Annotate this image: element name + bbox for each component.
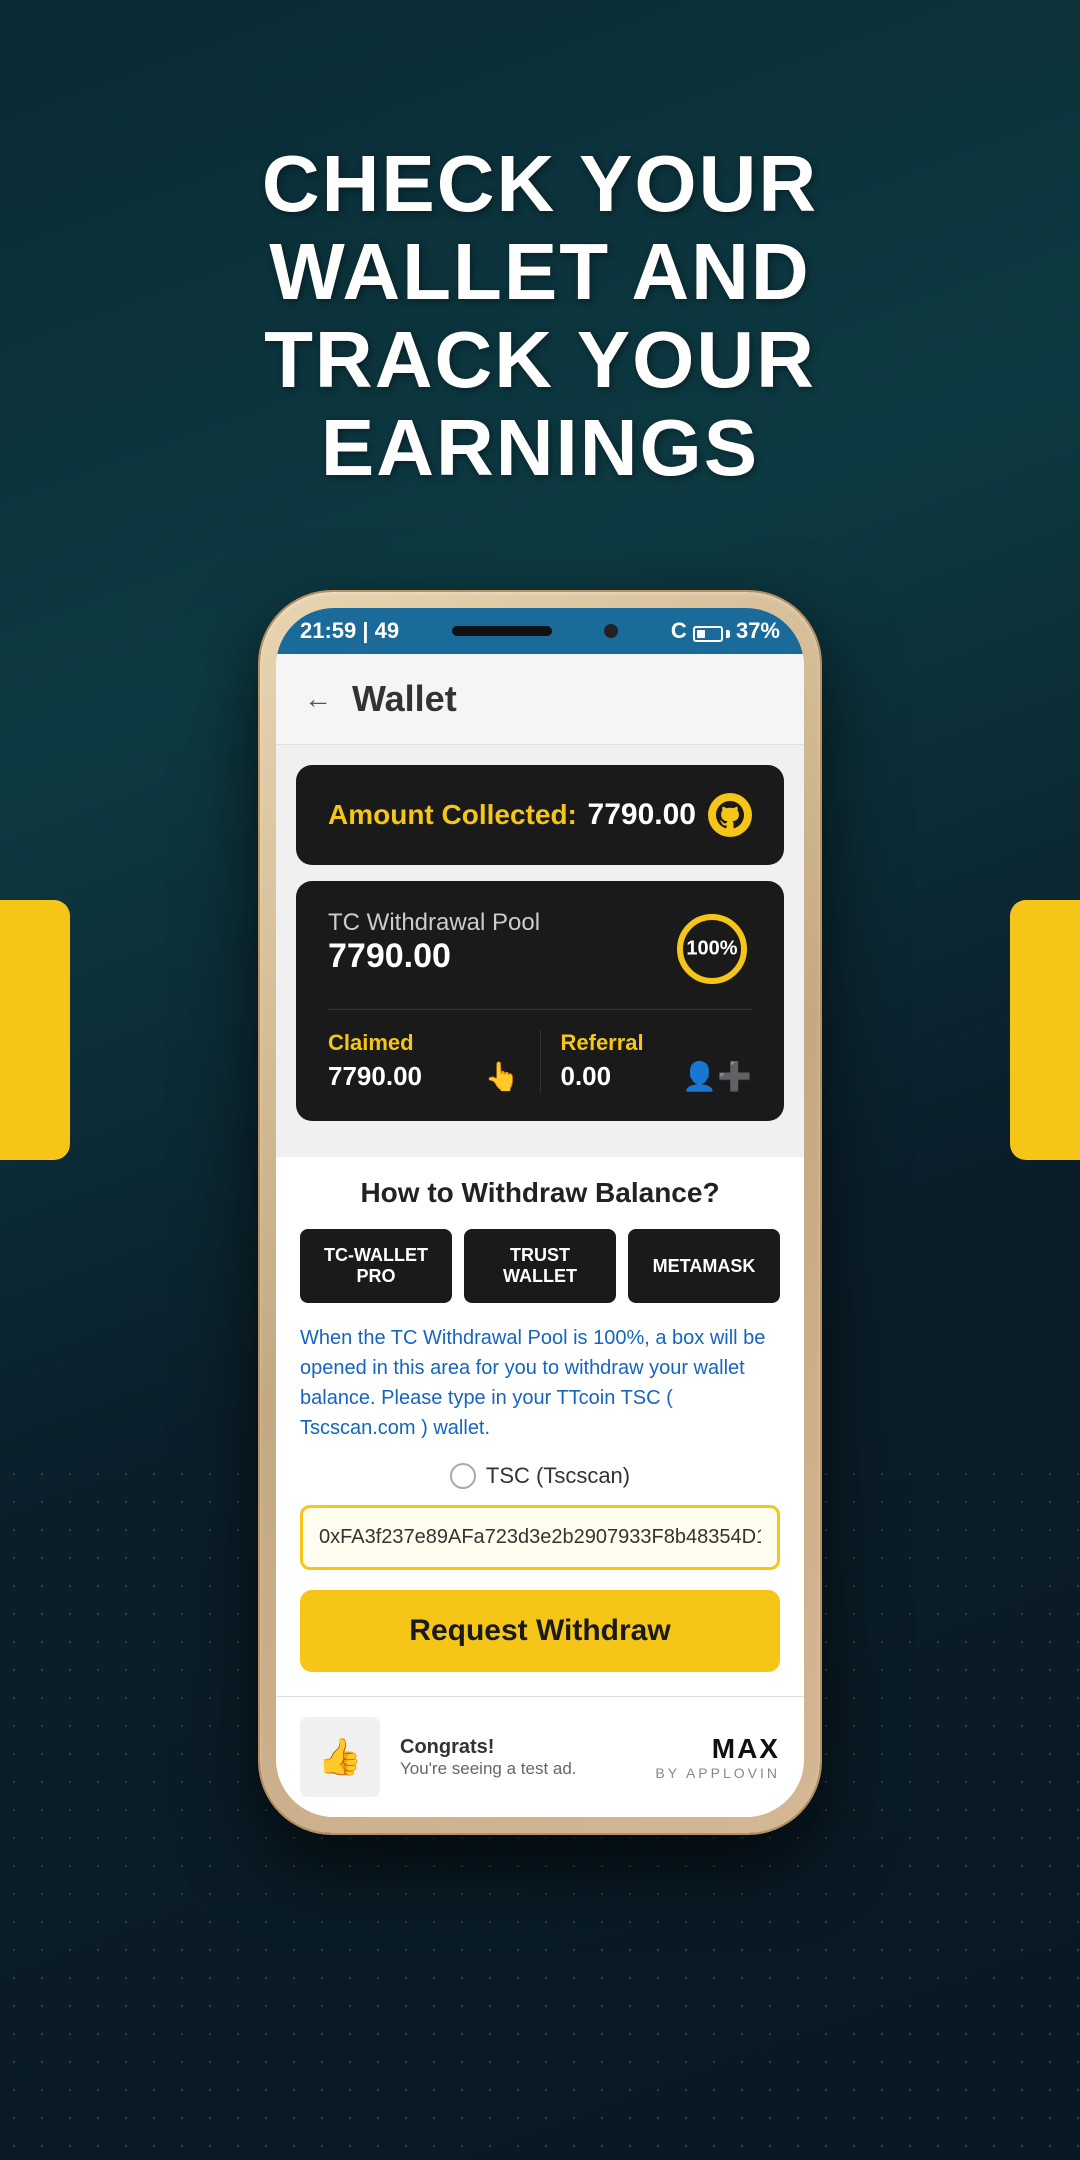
right-deco [1010,900,1080,1160]
camera [604,624,618,638]
pool-label: TC Withdrawal Pool [328,909,540,937]
trust-wallet-button[interactable]: TRUST WALLET [464,1229,616,1303]
notch [452,626,552,636]
ad-text: Congrats! You're seeing a test ad. [400,1736,635,1779]
ad-image: 👍 [300,1717,380,1797]
wallet-address-input[interactable] [300,1505,780,1570]
claimed-value: 7790.00 [328,1061,422,1092]
radio-button[interactable] [450,1463,476,1489]
circle-percent: 100% [686,938,737,961]
tsc-radio-row: TSC (Tscscan) [300,1463,780,1489]
amount-collected-card: Amount Collected: 7790.00 [296,765,784,865]
touch-icon: 👆 [485,1060,520,1093]
withdraw-section: How to Withdraw Balance? TC-WALLET PRO T… [276,1157,804,1696]
amount-label: Amount Collected: [328,799,577,831]
amount-value: 7790.00 [588,798,696,832]
pool-card: TC Withdrawal Pool 7790.00 100% [296,881,784,1121]
page-title: Wallet [352,678,457,720]
status-signal: C 37% [671,618,780,644]
app-header: ← Wallet [276,654,804,745]
left-deco [0,900,70,1160]
app-content: Amount Collected: 7790.00 [276,745,804,1157]
max-logo: MAX BY APPLOVIN [655,1733,780,1781]
referral-value: 0.00 [561,1061,612,1092]
status-time: 21:59 | 49 [300,618,399,644]
ad-sub: You're seeing a test ad. [400,1759,635,1779]
battery-icon [693,626,730,642]
wallet-buttons-row: TC-WALLET PRO TRUST WALLET METAMASK [300,1229,780,1303]
back-button[interactable]: ← [304,683,332,715]
referral-label: Referral [561,1030,753,1056]
metamask-button[interactable]: METAMASK [628,1229,780,1303]
circle-progress: 100% [672,909,752,989]
request-withdraw-button[interactable]: Request Withdraw [300,1590,780,1672]
amount-value-row: 7790.00 [588,793,752,837]
phone-mockup: 21:59 | 49 C 37% ← Wallet [260,592,820,1833]
ad-banner: 👍 Congrats! You're seeing a test ad. MAX… [276,1696,804,1817]
withdraw-title: How to Withdraw Balance? [300,1177,780,1209]
claimed-label: Claimed [328,1030,520,1056]
hero-title: CHECK YOUR WALLET AND TRACK YOUR EARNING… [0,0,1080,572]
tc-wallet-pro-button[interactable]: TC-WALLET PRO [300,1229,452,1303]
max-sub: BY APPLOVIN [655,1765,780,1781]
tsc-label: TSC (Tscscan) [486,1463,630,1489]
pool-amount: 7790.00 [328,937,540,976]
add-user-icon: 👤➕ [682,1060,752,1093]
status-bar: 21:59 | 49 C 37% [276,608,804,654]
max-brand: MAX [655,1733,780,1765]
coin-icon [708,793,752,837]
withdraw-info-text: When the TC Withdrawal Pool is 100%, a b… [300,1323,780,1443]
ad-congrats: Congrats! [400,1736,635,1759]
